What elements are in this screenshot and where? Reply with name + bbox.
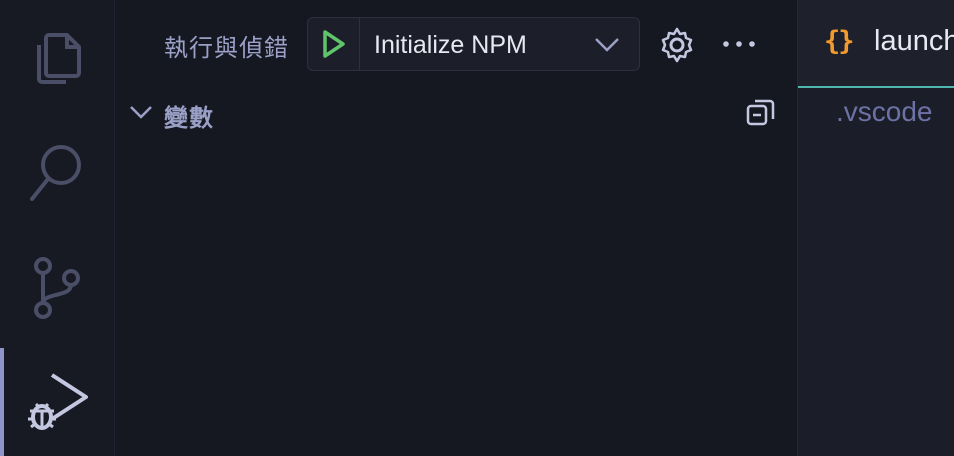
editor-tab-launch-json[interactable]: {} launch.json [798,0,954,88]
more-icon [723,41,755,47]
run-debug-sidebar: 執行與偵錯 Initialize NPM 變數 [115,0,796,456]
explorer-button[interactable] [0,13,114,103]
launch-config-control: Initialize NPM [307,17,640,71]
files-icon [37,33,81,84]
chevron-down-icon [130,106,152,119]
more-actions-button[interactable] [721,26,757,67]
editor-area: {} launch.json .vscode [797,0,954,456]
source-control-button[interactable] [0,243,114,333]
start-debugging-button[interactable] [308,18,360,70]
launch-config-dropdown[interactable]: Initialize NPM [360,18,639,70]
run-debug-button[interactable] [0,348,114,456]
search-icon [30,145,81,201]
variables-section-title: 變數 [164,105,214,132]
run-debug-icon [28,373,88,430]
launch-config-name: Initialize NPM [374,31,527,59]
sidebar-title: 執行與偵錯 [164,35,289,62]
open-launch-json-button[interactable] [658,26,696,69]
chevron-down-icon [595,38,619,52]
tab-label: launch.json [874,25,954,57]
gear-icon [661,27,693,63]
json-file-icon: {} [824,26,854,57]
play-icon [322,30,345,58]
search-button[interactable] [0,128,114,218]
collapse-all-button[interactable] [745,97,777,134]
breadcrumb[interactable]: .vscode [836,96,933,128]
breadcrumb-folder[interactable]: .vscode [836,96,933,127]
collapse-all-icon [746,99,775,126]
variables-section-header[interactable]: 變數 [115,92,796,134]
source-control-icon [34,257,80,319]
activity-bar [0,0,115,456]
